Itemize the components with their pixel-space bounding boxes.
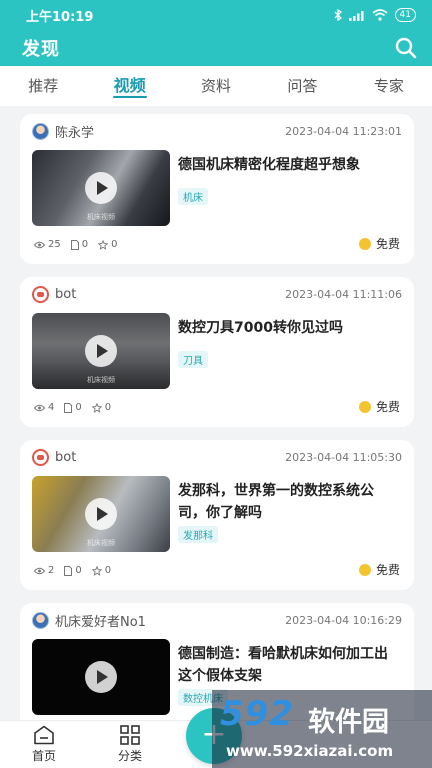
document-icon xyxy=(70,239,79,250)
video-card[interactable]: bot 2023-04-04 11:05:30 机床视频 发那科，世界第一的数控… xyxy=(20,440,414,590)
avatar[interactable] xyxy=(32,611,49,629)
document-icon xyxy=(64,402,73,413)
play-icon[interactable] xyxy=(85,498,117,530)
nav-home[interactable]: 首页 xyxy=(14,725,74,764)
video-thumbnail[interactable]: 机床视频 xyxy=(32,313,170,389)
watermark-overlay: 592 软件园 www.592xiazai.com xyxy=(212,690,432,768)
thumbnail-caption: 机床视频 xyxy=(87,376,115,384)
view-count: 4 xyxy=(34,402,54,413)
document-count: 0 xyxy=(64,402,82,413)
play-icon[interactable] xyxy=(85,661,117,693)
coin-icon xyxy=(358,237,371,250)
card-header: 陈永学 2023-04-04 11:23:01 xyxy=(32,122,402,141)
video-thumbnail[interactable]: 机床视频 xyxy=(32,150,170,226)
nav-category[interactable]: 分类 xyxy=(100,725,160,764)
post-time: 2023-04-04 11:23:01 xyxy=(285,124,402,138)
star-icon xyxy=(98,239,109,250)
card-header: 机床爱好者No1 2023-04-04 10:16:29 xyxy=(32,611,402,630)
watermark-brand: 592 xyxy=(220,694,294,734)
tab-experts[interactable]: 专家 xyxy=(346,66,432,106)
watermark-brand-cn: 软件园 xyxy=(308,707,389,738)
author-name[interactable]: 机床爱好者No1 xyxy=(55,611,285,630)
price-label: 免费 xyxy=(358,561,400,578)
category-tabs: 推荐 视频 资料 问答 专家 xyxy=(0,66,432,106)
status-icons: 41 xyxy=(334,8,416,22)
star-count[interactable]: 0 xyxy=(98,239,117,250)
card-header: bot 2023-04-04 11:11:06 xyxy=(32,285,402,303)
page-title: 发现 xyxy=(22,39,60,60)
video-feed[interactable]: 陈永学 2023-04-04 11:23:01 机床视频 德国机床精密化程度超乎… xyxy=(0,106,432,720)
star-icon xyxy=(91,402,102,413)
video-card[interactable]: bot 2023-04-04 11:11:06 机床视频 数控刀具7000转你见… xyxy=(20,277,414,427)
avatar[interactable] xyxy=(32,448,49,466)
view-count: 25 xyxy=(34,239,61,250)
video-stats: 4 0 0 xyxy=(34,402,121,413)
grid-icon xyxy=(120,725,140,745)
document-count: 0 xyxy=(64,565,82,576)
tab-video[interactable]: 视频 xyxy=(86,66,172,106)
video-title[interactable]: 德国机床精密化程度超乎想象 xyxy=(178,154,400,176)
app-header: 上午10:19 41 发现 xyxy=(0,0,432,66)
video-title[interactable]: 数控刀具7000转你见过吗 xyxy=(178,317,400,339)
coin-icon xyxy=(358,563,371,576)
video-tag[interactable]: 刀具 xyxy=(178,351,208,368)
post-time: 2023-04-04 11:11:06 xyxy=(285,287,402,301)
video-stats: 25 0 0 xyxy=(34,239,127,250)
star-icon xyxy=(91,565,102,576)
author-name[interactable]: bot xyxy=(55,450,285,465)
video-thumbnail[interactable]: 机床视频 xyxy=(32,476,170,552)
eye-icon xyxy=(34,241,45,248)
play-icon[interactable] xyxy=(85,335,117,367)
document-icon xyxy=(64,565,73,576)
author-name[interactable]: 陈永学 xyxy=(55,122,285,141)
price-label: 免费 xyxy=(358,398,400,415)
video-title[interactable]: 发那科，世界第一的数控系统公司，你了解吗 xyxy=(178,480,400,524)
tab-recommend[interactable]: 推荐 xyxy=(0,66,86,106)
post-time: 2023-04-04 11:05:30 xyxy=(285,450,402,464)
thumbnail-caption: 机床视频 xyxy=(87,539,115,547)
eye-icon xyxy=(34,567,45,574)
status-time: 上午10:19 xyxy=(26,9,94,25)
star-count[interactable]: 0 xyxy=(91,402,111,413)
wifi-icon xyxy=(372,9,388,21)
play-icon[interactable] xyxy=(85,172,117,204)
eye-icon xyxy=(34,404,45,411)
post-time: 2023-04-04 10:16:29 xyxy=(285,613,402,627)
document-count: 0 xyxy=(70,239,88,250)
thumbnail-caption: 机床视频 xyxy=(87,213,115,221)
watermark-url: www.592xiazai.com xyxy=(226,742,394,760)
home-icon xyxy=(34,725,54,745)
tab-qa[interactable]: 问答 xyxy=(259,66,345,106)
coin-icon xyxy=(358,400,371,413)
search-icon[interactable] xyxy=(394,36,418,60)
video-stats: 2 0 0 xyxy=(34,565,121,576)
author-name[interactable]: bot xyxy=(55,287,285,302)
video-title[interactable]: 德国制造：看哈默机床如何加工出这个假体支架 xyxy=(178,643,400,687)
battery-indicator: 41 xyxy=(394,8,416,22)
avatar[interactable] xyxy=(32,122,49,140)
star-count[interactable]: 0 xyxy=(91,565,111,576)
status-bar: 上午10:19 41 xyxy=(0,0,432,30)
avatar[interactable] xyxy=(32,285,49,303)
video-tag[interactable]: 发那科 xyxy=(178,526,218,543)
video-thumbnail[interactable] xyxy=(32,639,170,715)
tab-materials[interactable]: 资料 xyxy=(173,66,259,106)
price-label: 免费 xyxy=(358,235,400,252)
card-header: bot 2023-04-04 11:05:30 xyxy=(32,448,402,466)
video-tag[interactable]: 机床 xyxy=(178,188,208,205)
view-count: 2 xyxy=(34,565,54,576)
title-bar: 发现 xyxy=(0,30,432,66)
bluetooth-icon xyxy=(334,9,342,21)
signal-icon xyxy=(348,10,364,21)
video-card[interactable]: 陈永学 2023-04-04 11:23:01 机床视频 德国机床精密化程度超乎… xyxy=(20,114,414,264)
